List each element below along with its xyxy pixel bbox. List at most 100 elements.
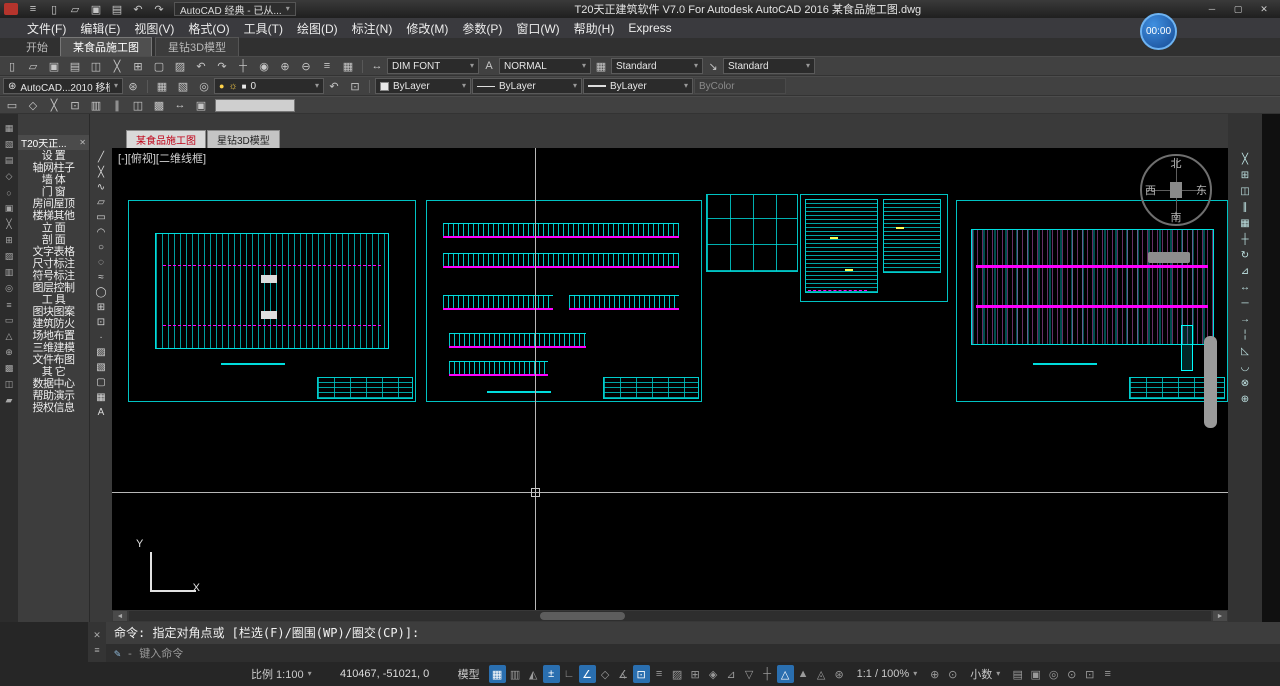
dock-icon[interactable]: ◇ <box>2 170 16 183</box>
linetype-select[interactable]: ByLayer ▾ <box>472 78 582 94</box>
t20-menu-item[interactable]: 符号标注 <box>18 270 89 282</box>
qnew-icon[interactable]: ▯ <box>3 58 21 74</box>
app-icon[interactable] <box>4 3 18 15</box>
panel-close-icon[interactable]: ✕ <box>79 138 86 147</box>
units-control[interactable]: 小数 ▾ <box>964 664 1006 684</box>
t20-panel-header[interactable]: T20天正... ✕ <box>18 135 89 150</box>
copy-icon[interactable]: ⊞ <box>129 58 147 74</box>
t20-menu-item[interactable]: 工 具 <box>18 294 89 306</box>
menu-item[interactable]: 编辑(E) <box>73 18 127 39</box>
break-icon[interactable]: ╎ <box>1235 328 1255 342</box>
close-button[interactable]: ✕ <box>1252 1 1276 17</box>
dock-icon[interactable]: ▤ <box>2 154 16 167</box>
region-icon[interactable]: ▢ <box>92 375 110 389</box>
table-icon[interactable]: ▦ <box>92 390 110 404</box>
plot-icon[interactable]: ▤ <box>66 58 84 74</box>
text-style-icon[interactable]: A <box>480 58 498 74</box>
redo-icon[interactable]: ↷ <box>150 1 168 17</box>
rectangle-icon[interactable]: ▭ <box>92 210 110 224</box>
dim-style-select[interactable]: DIM FONT ▾ <box>387 58 479 74</box>
scroll-track[interactable] <box>129 611 1211 621</box>
dock-icon[interactable]: △ <box>2 330 16 343</box>
mleader-style-select[interactable]: Standard ▾ <box>723 58 815 74</box>
polyline-icon[interactable]: ∿ <box>92 180 110 194</box>
dock-icon[interactable]: ⊕ <box>2 346 16 359</box>
dock-icon[interactable]: ⊞ <box>2 234 16 247</box>
insert-block-icon[interactable]: ⊞ <box>92 300 110 314</box>
move-icon[interactable]: ┼ <box>1235 232 1255 246</box>
tool-icon[interactable]: ╳ <box>45 97 63 113</box>
minimize-button[interactable]: ─ <box>1200 1 1224 17</box>
layer-properties-icon[interactable]: ▦ <box>153 78 171 94</box>
layer-select[interactable]: ● ☼ ■ 0 ▾ <box>214 78 324 94</box>
offset-icon[interactable]: ∥ <box>1235 200 1255 214</box>
dock-icon[interactable]: ▭ <box>2 314 16 327</box>
lineweight-display-icon[interactable]: ≡ <box>651 665 668 683</box>
t20-menu-item[interactable]: 场地布置 <box>18 330 89 342</box>
zoom-previous-icon[interactable]: ⊖ <box>297 58 315 74</box>
t20-menu-item[interactable]: 立 面 <box>18 222 89 234</box>
hatch-icon[interactable]: ▨ <box>92 345 110 359</box>
snap-mode-icon[interactable]: ▥ <box>507 665 524 683</box>
drawing-tab[interactable]: 星钻3D模型 <box>207 130 280 148</box>
isometric-drafting-icon[interactable]: ◇ <box>597 665 614 683</box>
scale-icon[interactable]: ⊿ <box>1235 264 1255 278</box>
plot-icon[interactable]: ▤ <box>108 1 126 17</box>
extend-icon[interactable]: → <box>1235 312 1255 326</box>
dock-icon[interactable]: ○ <box>2 186 16 199</box>
file-tab[interactable]: 星钻3D模型 <box>155 37 240 56</box>
t20-menu-item[interactable]: 剖 面 <box>18 234 89 246</box>
menu-item[interactable]: 窗口(W) <box>509 18 566 39</box>
t20-menu-item[interactable]: 建筑防火 <box>18 318 89 330</box>
isolate-objects-icon[interactable]: ◎ <box>1045 665 1062 683</box>
polar-tracking-icon[interactable]: ∠ <box>578 665 596 683</box>
dock-icon[interactable]: ▣ <box>2 202 16 215</box>
t20-menu-item[interactable]: 其 它 <box>18 366 89 378</box>
workspace-switching-icon[interactable]: ⊛ <box>831 665 848 683</box>
t20-menu-item[interactable]: 图块图案 <box>18 306 89 318</box>
properties-icon[interactable]: ≡ <box>318 58 336 74</box>
lock-ui-icon[interactable]: ▣ <box>1027 665 1044 683</box>
floating-scroll-thumb[interactable] <box>1204 336 1217 428</box>
menu-item[interactable]: 绘图(D) <box>290 18 345 39</box>
match-properties-icon[interactable]: ▨ <box>171 58 189 74</box>
save-icon[interactable]: ▣ <box>87 1 105 17</box>
command-close-icon[interactable]: ✕ <box>93 630 101 641</box>
menu-item[interactable]: 参数(P) <box>455 18 509 39</box>
explode-icon[interactable]: ⊗ <box>1235 376 1255 390</box>
table-style-select[interactable]: Standard ▾ <box>611 58 703 74</box>
dynamic-input-icon[interactable]: ± <box>542 665 560 683</box>
mleader-style-icon[interactable]: ↘ <box>704 58 722 74</box>
make-block-icon[interactable]: ⊡ <box>92 315 110 329</box>
pan-icon[interactable]: ┼ <box>234 58 252 74</box>
tool-icon[interactable]: ▣ <box>192 97 210 113</box>
layer-isolate-icon[interactable]: ◎ <box>195 78 213 94</box>
t20-menu-item[interactable]: 轴网柱子 <box>18 162 89 174</box>
annotation-scale-control[interactable]: 1:1 / 100% ▾ <box>851 666 924 682</box>
t20-menu-item[interactable]: 尺寸标注 <box>18 258 89 270</box>
t20-menu-item[interactable]: 楼梯其他 <box>18 210 89 222</box>
menu-item[interactable]: 修改(M) <box>399 18 455 39</box>
nav-slider[interactable] <box>1148 252 1190 263</box>
menu-item[interactable]: 文件(F) <box>20 18 73 39</box>
layer-previous-icon[interactable]: ↶ <box>325 78 343 94</box>
plot-preview-icon[interactable]: ◫ <box>87 58 105 74</box>
clean-screen-icon[interactable]: ⊡ <box>1081 665 1098 683</box>
cut-icon[interactable]: ╳ <box>108 58 126 74</box>
stretch-icon[interactable]: ↔ <box>1235 280 1255 294</box>
t20-menu-item[interactable]: 设 置 <box>18 150 89 162</box>
gizmo-icon[interactable]: ┼ <box>759 665 776 683</box>
construction-line-icon[interactable]: ╳ <box>92 165 110 179</box>
viewport-controls[interactable]: [-][俯视][二维线框] <box>118 150 206 166</box>
mirror-icon[interactable]: ◫ <box>1235 184 1255 198</box>
maximize-button[interactable]: ▢ <box>1226 1 1250 17</box>
spline-icon[interactable]: ≈ <box>92 270 110 284</box>
layer-match-icon[interactable]: ⊡ <box>346 78 364 94</box>
color-select[interactable]: ByLayer ▾ <box>375 78 471 94</box>
layer-states-icon[interactable]: ▧ <box>174 78 192 94</box>
view-compass[interactable]: 北 南 西 东 <box>1140 154 1212 226</box>
ellipse-icon[interactable]: ◯ <box>92 285 110 299</box>
qnew-icon[interactable]: ▯ <box>45 1 63 17</box>
t20-menu-item[interactable]: 文字表格 <box>18 246 89 258</box>
t20-menu-item[interactable]: 门 窗 <box>18 186 89 198</box>
